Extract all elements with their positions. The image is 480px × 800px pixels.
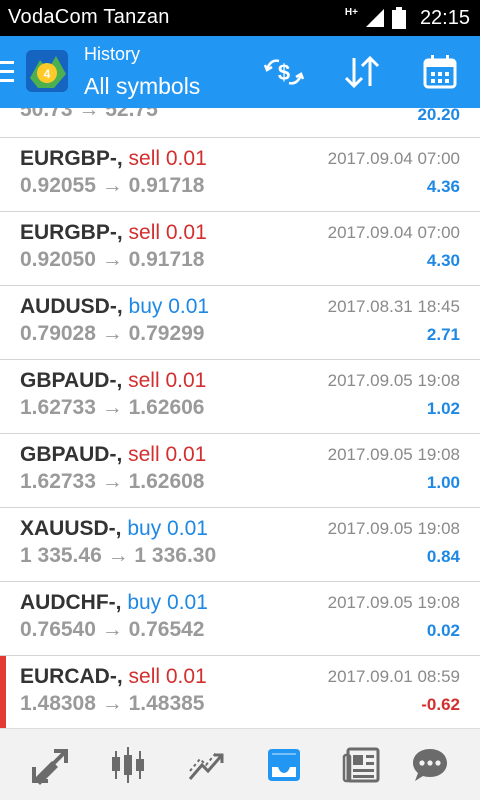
list-item[interactable]: EURCAD-, sell 0.01 2017.09.01 08:59 1.48… (0, 656, 480, 728)
list-item[interactable]: EURGBP-, sell 0.01 2017.09.04 07:00 0.92… (0, 212, 480, 286)
profit-value: 4.30 (426, 251, 460, 270)
symbol-filter[interactable]: All symbols (84, 73, 200, 100)
quotes-icon (32, 749, 68, 785)
profit-value: 2.71 (426, 325, 460, 344)
symbol-name: GBPAUD-, (20, 443, 123, 466)
loss-marker (0, 656, 6, 728)
calendar-icon (423, 55, 457, 89)
trade-side: sell 0.01 (128, 443, 207, 466)
price-range: 50.73 → 52.75 (20, 108, 158, 121)
profit-value: 0.02 (426, 621, 460, 640)
trade-side: sell 0.01 (128, 369, 207, 392)
nav-quotes[interactable] (10, 729, 90, 800)
profit-value: 20.20 (417, 108, 460, 124)
page-title: History (84, 44, 141, 64)
history-list: 50.73 → 52.75 20.20 EURGBP-, sell 0.01 2… (0, 108, 480, 728)
chart-icon (112, 747, 144, 783)
price-range: 1.48308 → 1.48385 (20, 692, 205, 715)
list-item[interactable]: XAUUSD-, buy 0.01 2017.09.05 19:08 1 335… (0, 508, 480, 582)
sort-button[interactable] (340, 50, 384, 94)
clock: 22:15 (419, 6, 470, 29)
carrier-name: VodaCom Tanzan (8, 6, 170, 28)
status-icons: H+ 22:15 (345, 4, 470, 32)
trade-date: 2017.08.31 18:45 (327, 297, 460, 316)
trade-side: sell 0.01 (128, 221, 207, 244)
trade-date: 2017.09.05 19:08 (327, 519, 460, 538)
nav-trade[interactable] (166, 729, 246, 800)
trade-date: 2017.09.05 19:08 (327, 593, 460, 612)
svg-text:4: 4 (44, 67, 51, 81)
nav-chart[interactable] (88, 729, 168, 800)
trade-icon (188, 752, 224, 780)
price-range: 1.62733 → 1.62606 (20, 396, 205, 419)
list-item[interactable]: AUDUSD-, buy 0.01 2017.08.31 18:45 0.790… (0, 286, 480, 360)
symbol-name: AUDCHF-, (20, 591, 122, 614)
bottom-navigation (0, 728, 480, 800)
network-type: H+ (344, 6, 358, 18)
list-item[interactable]: AUDCHF-, buy 0.01 2017.09.05 19:08 0.765… (0, 582, 480, 656)
profit-value: 4.36 (426, 177, 460, 196)
menu-icon[interactable] (0, 61, 14, 83)
history-icon (268, 749, 300, 781)
price-range: 0.76540 → 0.76542 (20, 618, 205, 641)
profit-value: 1.00 (426, 473, 460, 492)
news-icon (342, 747, 380, 783)
symbol-name: EURGBP-, (20, 147, 123, 170)
price-range: 0.79028 → 0.79299 (20, 322, 205, 345)
trade-date: 2017.09.05 19:08 (327, 371, 460, 390)
symbol-name: GBPAUD-, (20, 369, 123, 392)
trade-date: 2017.09.04 07:00 (327, 223, 460, 242)
deposit-withdrawal-button[interactable]: $ (262, 50, 306, 94)
price-range: 0.92050 → 0.91718 (20, 248, 205, 271)
symbol-name: XAUUSD-, (20, 517, 122, 540)
profit-value: 1.02 (426, 399, 460, 418)
list-item[interactable]: GBPAUD-, sell 0.01 2017.09.05 19:08 1.62… (0, 434, 480, 508)
status-bar: VodaCom Tanzan H+ 22:15 (0, 0, 480, 36)
signal-icon (365, 9, 384, 27)
trade-date: 2017.09.04 07:00 (327, 149, 460, 168)
battery-icon (391, 7, 406, 29)
trade-date: 2017.09.01 08:59 (327, 667, 460, 686)
symbol-name: EURCAD-, (20, 665, 123, 688)
list-item[interactable]: 50.73 → 52.75 20.20 (0, 108, 480, 138)
app-bar: 4 History All symbols $ (0, 36, 480, 108)
calendar-button[interactable] (418, 50, 462, 94)
list-item[interactable]: GBPAUD-, sell 0.01 2017.09.05 19:08 1.62… (0, 360, 480, 434)
svg-text:$: $ (278, 60, 290, 85)
symbol-name: EURGBP-, (20, 221, 123, 244)
sort-icon (344, 55, 380, 89)
nav-history[interactable] (244, 729, 324, 800)
list-item[interactable]: EURGBP-, sell 0.01 2017.09.04 07:00 0.92… (0, 138, 480, 212)
price-range: 1 335.46 → 1 336.30 (20, 544, 217, 567)
price-range: 0.92055 → 0.91718 (20, 174, 205, 197)
trade-side: sell 0.01 (128, 147, 207, 170)
symbol-name: AUDUSD-, (20, 295, 123, 318)
trade-side: buy 0.01 (127, 591, 208, 614)
app-logo-icon[interactable]: 4 (22, 48, 72, 96)
trade-side: sell 0.01 (128, 665, 207, 688)
trade-side: buy 0.01 (128, 295, 210, 318)
profit-value: 0.84 (426, 547, 460, 566)
price-range: 1.62733 → 1.62608 (20, 470, 205, 493)
nav-chat[interactable] (390, 729, 470, 800)
currency-exchange-icon: $ (263, 59, 305, 85)
chat-icon (413, 749, 447, 781)
trade-side: buy 0.01 (127, 517, 208, 540)
profit-value: -0.62 (421, 695, 460, 714)
trade-date: 2017.09.05 19:08 (327, 445, 460, 464)
